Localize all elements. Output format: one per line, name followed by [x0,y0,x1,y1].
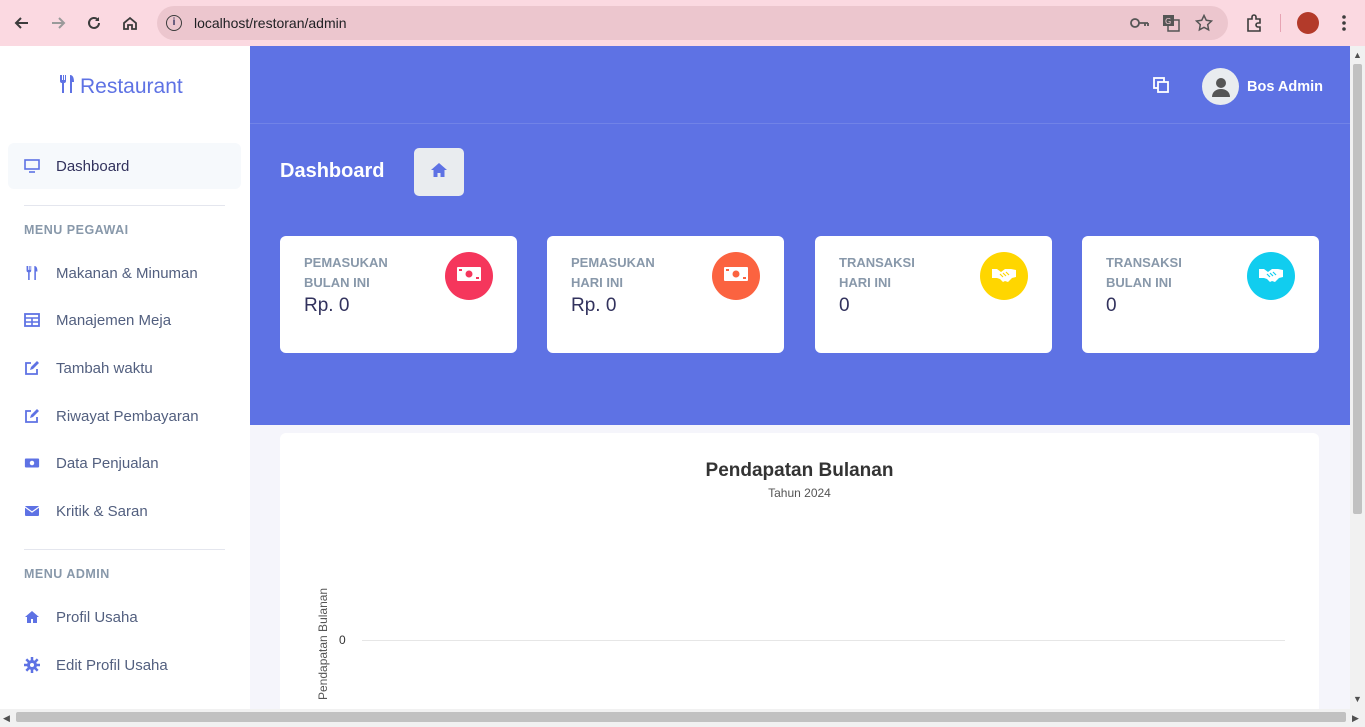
home-icon [430,162,448,183]
money-bill-icon [723,266,749,287]
brand-logo[interactable]: Restaurant [58,74,183,100]
chart-y-axis-label: Pendapatan Bulanan [316,587,330,700]
chart-y-tick: 0 [339,633,346,647]
sidebar-item-label: Manajemen Meja [56,311,172,329]
chart-title: Pendapatan Bulanan [705,460,894,481]
chart-panel: Pendapatan Bulanan Tahun 2024 Pendapatan… [280,433,1319,723]
handshake-icon [991,265,1017,288]
card-title: PEMASUKAN BULAN INI [304,255,388,290]
scroll-left-icon[interactable]: ◀ [3,713,10,724]
vertical-scroll-thumb[interactable] [1353,64,1362,514]
sidebar-divider [24,205,225,206]
sidebar-item-label: Makanan & Minuman [56,264,198,282]
card-title: TRANSAKSI HARI INI [839,255,915,290]
sidebar-item-edit-profil[interactable]: Edit Profil Usaha [24,654,168,676]
sidebar-item-makanan[interactable]: Makanan & Minuman [24,262,198,284]
sidebar-divider [24,549,225,550]
bookmark-star-icon[interactable] [1194,13,1214,37]
home-icon [24,609,40,625]
handshake-icon [1258,265,1284,288]
monitor-icon [24,158,40,174]
header-divider [250,123,1350,124]
section-heading-admin: MENU ADMIN [24,567,110,581]
main-header: Bos Admin Dashboard PEMASUKAN BULAN INI … [250,46,1350,425]
address-bar[interactable]: i localhost/restoran/admin G [157,6,1228,40]
page-title: Dashboard [280,160,385,182]
svg-text:G: G [1165,17,1171,26]
copy-icon[interactable] [1153,77,1169,98]
vertical-scrollbar[interactable]: ▲ ▼ [1350,46,1365,709]
translate-icon[interactable]: G [1162,14,1180,37]
sidebar-item-label: Data Penjualan [56,454,159,472]
reload-icon[interactable] [82,11,106,35]
table-icon [24,312,40,328]
chart-subtitle: Tahun 2024 [768,486,831,500]
key-icon[interactable] [1130,15,1150,36]
back-icon[interactable] [10,11,34,35]
stat-card-pemasukan-hari: PEMASUKAN HARI INI Rp. 0 [547,236,784,353]
sidebar-item-label: Tambah waktu [56,359,153,377]
card-icon-circle [445,252,493,300]
url-text: localhost/restoran/admin [194,15,347,31]
stat-card-pemasukan-bulan: PEMASUKAN BULAN INI Rp. 0 [280,236,517,353]
scroll-right-icon[interactable]: ▶ [1352,713,1359,724]
site-info-icon[interactable]: i [166,15,182,31]
forward-icon[interactable] [46,11,70,35]
sidebar-item-riwayat[interactable]: Riwayat Pembayaran [24,405,199,427]
edit-icon [24,360,40,376]
card-value: 0 [839,295,850,316]
profile-avatar[interactable] [1297,12,1319,34]
browser-toolbar: i localhost/restoran/admin G [0,0,1365,46]
sidebar-item-label: Dashboard [56,157,130,175]
horizontal-scrollbar[interactable]: ◀ ▶ [0,709,1365,727]
scroll-up-icon[interactable]: ▲ [1353,50,1362,60]
home-icon[interactable] [118,11,142,35]
sidebar-item-label: Edit Profil Usaha [56,656,168,674]
money-icon [24,455,40,471]
sidebar-item-label: Kritik & Saran [56,502,148,520]
section-heading-pegawai: MENU PEGAWAI [24,223,129,237]
sidebar-item-profil-usaha[interactable]: Profil Usaha [24,606,138,628]
sidebar-item-kritik[interactable]: Kritik & Saran [24,500,148,522]
utensils-icon [24,265,40,281]
sidebar: Restaurant Dashboard MENU PEGAWAI Makana… [0,46,250,709]
sidebar-item-tambah-waktu[interactable]: Tambah waktu [24,357,153,379]
sidebar-item-label: Riwayat Pembayaran [56,407,199,425]
card-title: TRANSAKSI BULAN INI [1106,255,1182,290]
stat-card-transaksi-bulan: TRANSAKSI BULAN INI 0 [1082,236,1319,353]
card-value: Rp. 0 [571,295,617,316]
toolbar-separator [1280,14,1281,32]
user-name: Bos Admin [1247,78,1323,95]
kebab-menu-icon[interactable] [1332,11,1356,35]
stat-card-transaksi-hari: TRANSAKSI HARI INI 0 [815,236,1052,353]
chart-gridline [362,640,1285,641]
sidebar-item-data-penjualan[interactable]: Data Penjualan [24,452,159,474]
horizontal-scroll-thumb[interactable] [16,712,1346,722]
breadcrumb-home-button[interactable] [414,148,464,196]
card-value: 0 [1106,295,1117,316]
card-value: Rp. 0 [304,295,350,316]
sidebar-item-dashboard-content[interactable]: Dashboard [24,155,129,177]
gear-icon [24,657,40,673]
card-icon-circle [1247,252,1295,300]
avatar [1202,68,1239,105]
utensils-icon [58,74,80,100]
card-icon-circle [712,252,760,300]
brand-name: Restaurant [80,75,183,98]
money-bill-icon [456,266,482,287]
card-icon-circle [980,252,1028,300]
edit-icon [24,408,40,424]
sidebar-item-label: Profil Usaha [56,608,138,626]
envelope-icon [24,503,40,519]
card-title: PEMASUKAN HARI INI [571,255,655,290]
scroll-down-icon[interactable]: ▼ [1353,694,1362,704]
sidebar-item-meja[interactable]: Manajemen Meja [24,309,171,331]
user-menu[interactable]: Bos Admin [1202,68,1323,105]
extensions-icon[interactable] [1242,11,1266,35]
